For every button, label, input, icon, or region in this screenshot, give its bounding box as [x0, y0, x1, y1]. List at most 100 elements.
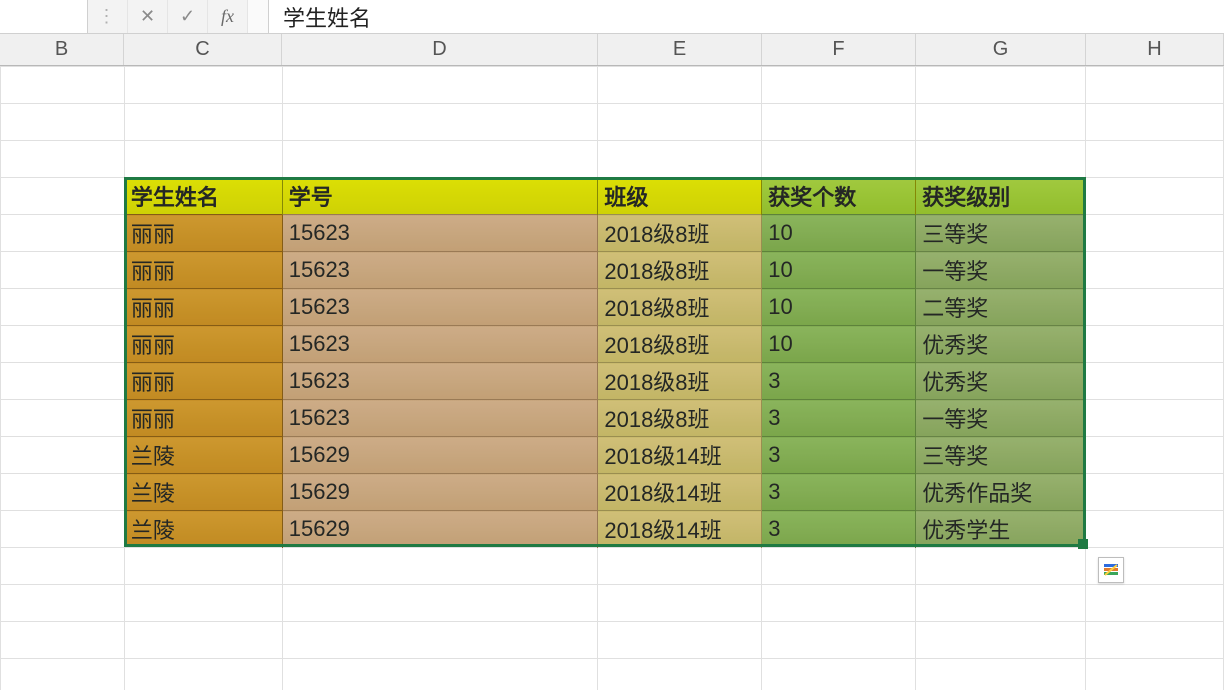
cell-id[interactable]: 15623 [282, 363, 598, 400]
table-row[interactable]: 丽丽156232018级8班10二等奖 [1, 289, 1224, 326]
cell-class[interactable]: 2018级14班 [598, 437, 762, 474]
cell[interactable] [124, 622, 282, 659]
cell[interactable] [1, 511, 125, 548]
cell-grade[interactable]: 一等奖 [916, 400, 1086, 437]
cell-count[interactable]: 10 [762, 326, 916, 363]
cell[interactable] [1086, 178, 1224, 215]
table-row[interactable]: 丽丽156232018级8班3一等奖 [1, 400, 1224, 437]
cell[interactable] [916, 141, 1086, 178]
col-header-C[interactable]: C [124, 34, 282, 65]
header-count[interactable]: 获奖个数 [762, 178, 916, 215]
table-row[interactable]: 兰陵156292018级14班3优秀作品奖 [1, 474, 1224, 511]
cell[interactable] [1, 178, 125, 215]
cell[interactable] [1086, 659, 1224, 690]
cell-id[interactable]: 15629 [282, 474, 598, 511]
col-header-G[interactable]: G [916, 34, 1086, 65]
cell[interactable] [916, 659, 1086, 690]
cell-name[interactable]: 兰陵 [124, 511, 282, 548]
cell[interactable] [762, 585, 916, 622]
cell-id[interactable]: 15623 [282, 326, 598, 363]
cell[interactable] [598, 659, 762, 690]
cell[interactable] [916, 622, 1086, 659]
cell[interactable] [1, 548, 125, 585]
cell-grade[interactable]: 三等奖 [916, 437, 1086, 474]
cell-class[interactable]: 2018级8班 [598, 215, 762, 252]
cell[interactable] [1, 215, 125, 252]
cell-class[interactable]: 2018级8班 [598, 289, 762, 326]
cell-id[interactable]: 15623 [282, 400, 598, 437]
cell[interactable] [282, 622, 598, 659]
confirm-icon[interactable]: ✓ [168, 0, 208, 33]
cell-id[interactable]: 15623 [282, 215, 598, 252]
cell-name[interactable]: 丽丽 [124, 215, 282, 252]
cell[interactable] [916, 548, 1086, 585]
cell[interactable] [1086, 363, 1224, 400]
col-header-D[interactable]: D [282, 34, 598, 65]
cell[interactable] [124, 67, 282, 104]
cell[interactable] [1086, 215, 1224, 252]
cell-grade[interactable]: 三等奖 [916, 215, 1086, 252]
cell[interactable] [282, 67, 598, 104]
header-class[interactable]: 班级 [598, 178, 762, 215]
cell-count[interactable]: 3 [762, 474, 916, 511]
cell[interactable] [1086, 104, 1224, 141]
cell[interactable] [916, 585, 1086, 622]
cell[interactable] [762, 622, 916, 659]
cell-grade[interactable]: 优秀学生 [916, 511, 1086, 548]
cell[interactable] [124, 548, 282, 585]
col-header-E[interactable]: E [598, 34, 762, 65]
cell[interactable] [1, 437, 125, 474]
cell[interactable] [124, 104, 282, 141]
cell[interactable] [1086, 326, 1224, 363]
cell[interactable] [762, 141, 916, 178]
cell[interactable] [1086, 474, 1224, 511]
cell-count[interactable]: 3 [762, 437, 916, 474]
cell[interactable] [1086, 400, 1224, 437]
cell-count[interactable]: 3 [762, 511, 916, 548]
cell[interactable] [282, 141, 598, 178]
name-box[interactable] [0, 0, 88, 33]
cell[interactable] [1, 659, 125, 690]
table-row[interactable]: 丽丽156232018级8班10三等奖 [1, 215, 1224, 252]
cell-count[interactable]: 3 [762, 363, 916, 400]
col-header-H[interactable]: H [1086, 34, 1224, 65]
cancel-icon[interactable]: ✕ [128, 0, 168, 33]
cell-class[interactable]: 2018级8班 [598, 252, 762, 289]
cell-count[interactable]: 10 [762, 215, 916, 252]
cell-id[interactable]: 15623 [282, 252, 598, 289]
cell[interactable] [282, 659, 598, 690]
table-row[interactable]: 兰陵156292018级14班3三等奖 [1, 437, 1224, 474]
cell-class[interactable]: 2018级8班 [598, 400, 762, 437]
cell[interactable] [762, 67, 916, 104]
header-name[interactable]: 学生姓名 [124, 178, 282, 215]
cell[interactable] [1, 326, 125, 363]
cell[interactable] [124, 585, 282, 622]
cell[interactable] [124, 659, 282, 690]
cell[interactable] [598, 585, 762, 622]
cell[interactable] [916, 104, 1086, 141]
cell[interactable] [282, 548, 598, 585]
cell[interactable] [124, 141, 282, 178]
cell[interactable] [1086, 437, 1224, 474]
cell[interactable] [1, 400, 125, 437]
cell-count[interactable]: 10 [762, 289, 916, 326]
cell-class[interactable]: 2018级8班 [598, 363, 762, 400]
cell[interactable] [282, 104, 598, 141]
cell-name[interactable]: 丽丽 [124, 326, 282, 363]
cell-name[interactable]: 丽丽 [124, 252, 282, 289]
col-header-F[interactable]: F [762, 34, 916, 65]
cell[interactable] [1, 622, 125, 659]
cell[interactable] [598, 622, 762, 659]
cell-id[interactable]: 15629 [282, 437, 598, 474]
cell[interactable] [762, 659, 916, 690]
cell[interactable] [1, 104, 125, 141]
cell-grade[interactable]: 优秀作品奖 [916, 474, 1086, 511]
formula-input[interactable]: 学生姓名 [268, 0, 1224, 33]
cell[interactable] [282, 585, 598, 622]
cell-name[interactable]: 丽丽 [124, 400, 282, 437]
cell[interactable] [1, 67, 125, 104]
cell-grade[interactable]: 一等奖 [916, 252, 1086, 289]
cell-grade[interactable]: 优秀奖 [916, 363, 1086, 400]
cell-grade[interactable]: 优秀奖 [916, 326, 1086, 363]
cell[interactable] [1, 363, 125, 400]
